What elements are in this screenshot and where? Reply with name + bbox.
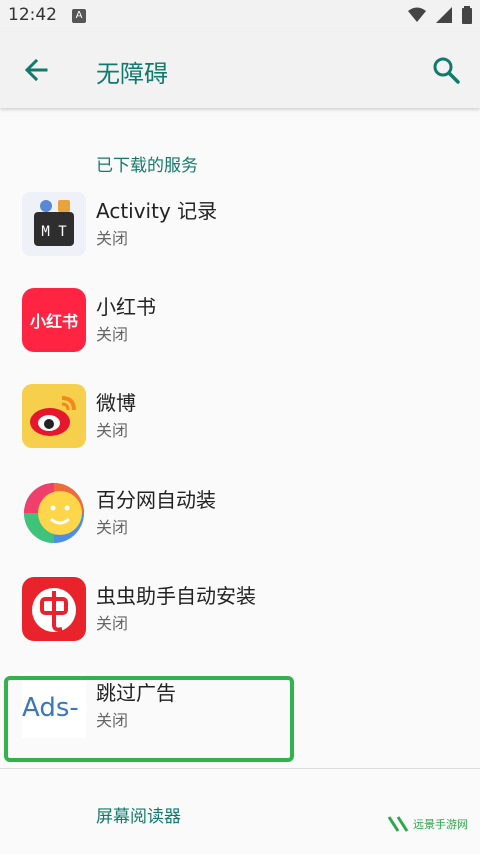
service-title: Activity 记录 [96,199,218,223]
service-title: 虫虫助手自动安装 [96,584,256,608]
wifi-icon [408,7,426,22]
search-icon [433,57,460,84]
status-time: 12:42 [8,5,57,25]
back-button[interactable] [18,52,58,88]
service-status: 关闭 [96,325,129,344]
status-icons [408,6,472,24]
watermark: 远景手游网 [387,815,468,833]
list-item-xiaohongshu[interactable]: 小红书 小红书 关闭 [0,272,480,368]
service-status: 关闭 [96,614,129,633]
xiaohongshu-icon-text: 小红书 [30,312,78,331]
service-title: 微博 [96,391,136,415]
list-item-weibo[interactable]: 微博 关闭 [0,368,480,464]
page-title: 无障碍 [96,60,168,88]
watermark-logo-icon [387,816,409,832]
status-bar: 12:42 A [0,0,480,32]
mt-icon: M T [22,192,86,256]
list-item-activity[interactable]: M T Activity 记录 关闭 [0,176,480,272]
xiaohongshu-icon: 小红书 [22,288,86,352]
list-item-baifen[interactable]: 百分网自动装 关闭 [0,465,480,561]
app-bar: 无障碍 [0,32,480,108]
search-button[interactable] [428,52,464,88]
baifen-icon [22,481,86,545]
service-status: 关闭 [96,421,129,440]
chongchong-icon [22,577,86,641]
service-title: 百分网自动装 [96,488,216,512]
service-status: 关闭 [96,518,129,537]
watermark-text: 远景手游网 [413,818,468,831]
divider [0,768,480,769]
service-title: 小红书 [96,295,156,319]
list-item-chongchong[interactable]: 虫虫助手自动安装 关闭 [0,561,480,657]
weibo-icon [22,384,86,448]
notification-icon: A [72,9,86,23]
battery-icon [462,6,472,24]
section-header-screen-reader[interactable]: 屏幕阅读器 [96,802,181,827]
mt-icon-text: M T [41,224,67,240]
back-arrow-icon [24,58,48,82]
section-header-downloaded: 已下载的服务 [96,156,198,176]
highlight-frame [4,676,294,762]
signal-icon [436,7,452,23]
service-status: 关闭 [96,229,129,248]
